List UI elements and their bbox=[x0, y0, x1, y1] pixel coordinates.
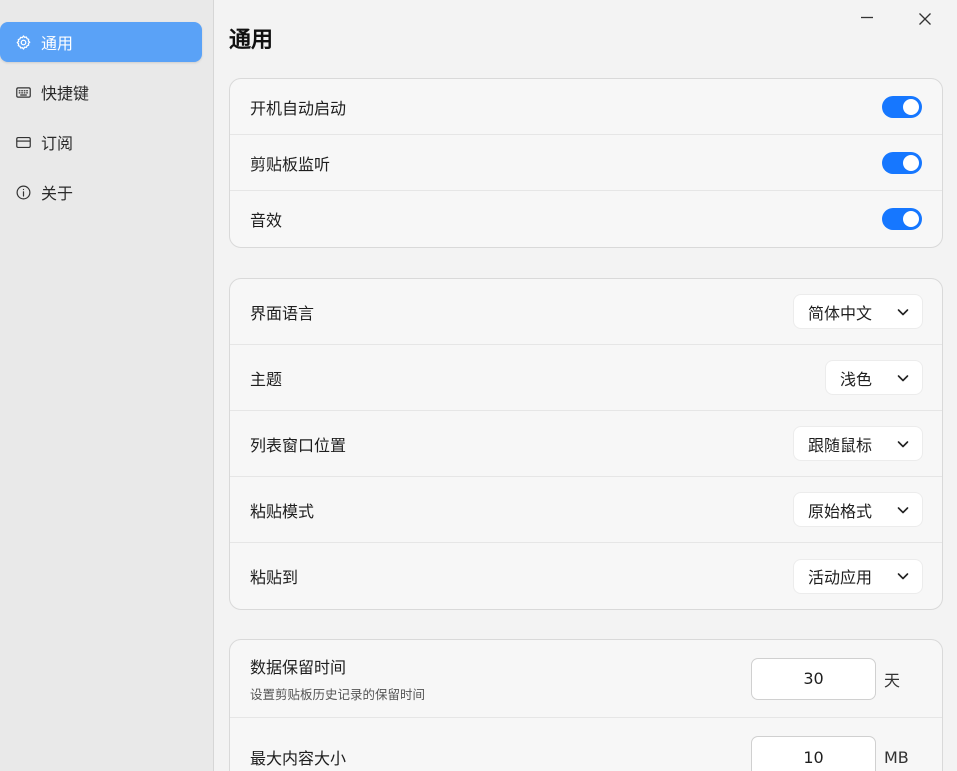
retention-description: 设置剪贴板历史记录的保留时间 bbox=[250, 687, 426, 702]
card-icon bbox=[14, 133, 32, 151]
sidebar: 通用 快捷键 订阅 关于 bbox=[0, 0, 214, 771]
toggle-knob bbox=[903, 211, 919, 227]
info-icon bbox=[14, 183, 32, 201]
max-size-label: 最大内容大小 bbox=[250, 749, 347, 768]
paste-mode-select[interactable]: 原始格式 bbox=[793, 493, 922, 526]
clipboard-monitor-toggle[interactable] bbox=[882, 151, 922, 174]
gear-icon bbox=[14, 33, 32, 51]
paste-mode-row: 粘贴模式 原始格式 bbox=[230, 477, 942, 543]
list-position-select[interactable]: 跟随鼠标 bbox=[793, 427, 922, 460]
list-position-row: 列表窗口位置 跟随鼠标 bbox=[230, 411, 942, 477]
language-value: 简体中文 bbox=[807, 303, 872, 323]
max-size-row: 最大内容大小 MB bbox=[230, 718, 942, 771]
language-label: 界面语言 bbox=[250, 303, 315, 323]
paste-to-row: 粘贴到 活动应用 bbox=[230, 543, 942, 609]
storage-card: 数据保留时间 设置剪贴板历史记录的保留时间 天 最大内容大小 MB bbox=[229, 639, 943, 771]
paste-mode-value: 原始格式 bbox=[807, 501, 872, 521]
toggle-knob bbox=[903, 98, 919, 115]
page-title: 通用 bbox=[229, 28, 274, 53]
retention-input-group: 天 bbox=[751, 657, 922, 700]
chevron-down-icon bbox=[896, 305, 910, 319]
retention-input[interactable] bbox=[751, 657, 876, 700]
clipboard-monitor-label: 剪贴板监听 bbox=[250, 154, 331, 174]
chevron-down-icon bbox=[896, 437, 910, 451]
max-size-input[interactable] bbox=[751, 736, 876, 771]
close-icon bbox=[919, 13, 931, 25]
list-position-value: 跟随鼠标 bbox=[807, 435, 872, 455]
sidebar-item-label: 通用 bbox=[41, 34, 74, 53]
max-size-input-group: MB bbox=[751, 736, 922, 771]
retention-label: 数据保留时间 bbox=[250, 658, 347, 677]
paste-to-value: 活动应用 bbox=[807, 568, 872, 587]
max-size-text: 最大内容大小 bbox=[250, 745, 346, 769]
main-panel: 通用 开机自动启动 剪贴板监听 音效 界面语言 简体中文 主题 浅色 列表窗口位… bbox=[214, 0, 957, 771]
language-row: 界面语言 简体中文 bbox=[230, 279, 942, 345]
sound-label: 音效 bbox=[250, 211, 283, 230]
sidebar-item-label: 关于 bbox=[41, 184, 74, 203]
language-select[interactable]: 简体中文 bbox=[793, 295, 922, 328]
chevron-down-icon bbox=[896, 503, 910, 517]
sidebar-item-about[interactable]: 关于 bbox=[0, 172, 203, 212]
appearance-card: 界面语言 简体中文 主题 浅色 列表窗口位置 跟随鼠标 粘贴模式 原始格式 粘贴… bbox=[229, 278, 943, 610]
theme-row: 主题 浅色 bbox=[230, 345, 942, 411]
autostart-row: 开机自动启动 bbox=[230, 79, 942, 135]
sidebar-item-label: 订阅 bbox=[41, 134, 74, 153]
minimize-icon bbox=[861, 16, 873, 19]
toggle-knob bbox=[903, 154, 919, 171]
clipboard-monitor-row: 剪贴板监听 bbox=[230, 135, 942, 191]
paste-mode-label: 粘贴模式 bbox=[250, 501, 315, 521]
autostart-label: 开机自动启动 bbox=[250, 98, 347, 118]
sidebar-item-label: 快捷键 bbox=[41, 84, 90, 103]
sidebar-item-general[interactable]: 通用 bbox=[0, 22, 202, 62]
list-position-label: 列表窗口位置 bbox=[250, 435, 347, 455]
retention-unit: 天 bbox=[884, 670, 901, 690]
theme-value: 浅色 bbox=[839, 369, 872, 389]
settings-window: 通用 快捷键 订阅 关于 通用 开机自动启动 剪贴板监听 音效 界面语言 简体中… bbox=[0, 0, 957, 771]
sound-row: 音效 bbox=[230, 191, 942, 247]
sidebar-item-subscription[interactable]: 订阅 bbox=[0, 122, 203, 162]
retention-text: 数据保留时间 设置剪贴板历史记录的保留时间 bbox=[250, 654, 425, 703]
theme-select[interactable]: 浅色 bbox=[825, 361, 922, 394]
window-controls bbox=[851, 8, 941, 30]
general-toggles-card: 开机自动启动 剪贴板监听 音效 bbox=[229, 78, 943, 248]
minimize-button[interactable] bbox=[851, 8, 883, 30]
paste-to-select[interactable]: 活动应用 bbox=[793, 559, 922, 593]
retention-row: 数据保留时间 设置剪贴板历史记录的保留时间 天 bbox=[230, 640, 942, 718]
close-button[interactable] bbox=[909, 8, 941, 30]
autostart-toggle[interactable] bbox=[882, 95, 922, 118]
chevron-down-icon bbox=[896, 371, 910, 385]
keyboard-icon bbox=[14, 83, 32, 101]
sound-toggle[interactable] bbox=[882, 208, 922, 230]
chevron-down-icon bbox=[896, 569, 910, 583]
max-size-unit: MB bbox=[884, 747, 909, 767]
theme-label: 主题 bbox=[250, 369, 283, 389]
sidebar-item-shortcuts[interactable]: 快捷键 bbox=[0, 72, 203, 112]
paste-to-label: 粘贴到 bbox=[250, 568, 299, 587]
